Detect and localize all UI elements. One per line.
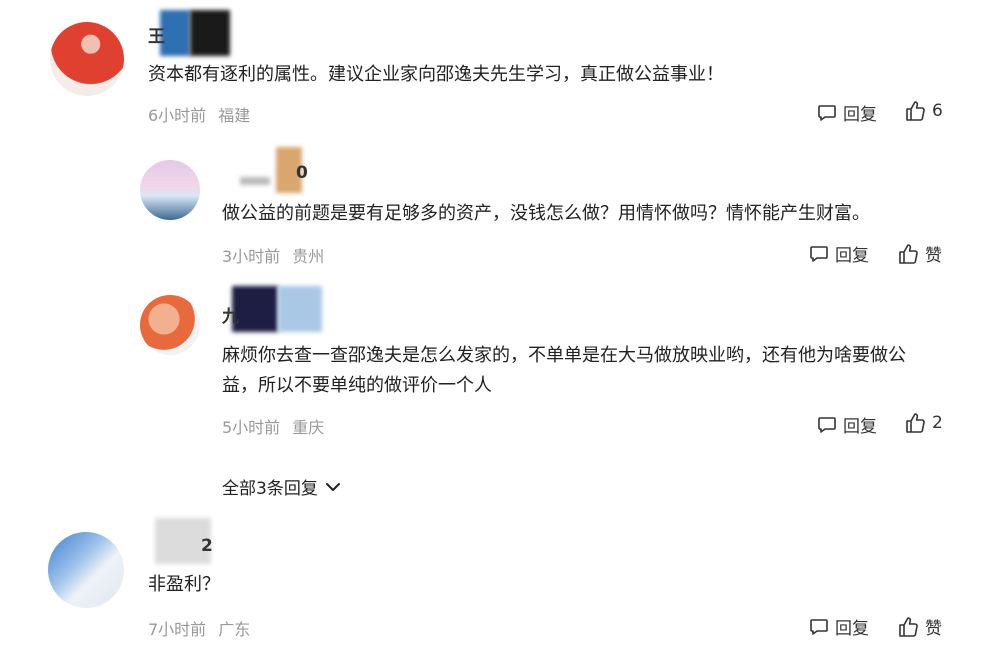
username[interactable]: 2 — [201, 536, 213, 556]
reply-button[interactable]: 回复 — [817, 100, 877, 125]
reply-label: 回复 — [835, 619, 869, 639]
comment-item: 王 资本都有逐利的属性。建议企业家向邵逸夫先生学习，真正做公益事业！ 6小时前福… — [0, 0, 1000, 135]
avatar[interactable] — [140, 160, 200, 220]
comment-text-line: 麻烦你去查一查邵逸夫是怎么发家的，不单单是在大马做放映业哟，还有他为啥要做公 — [222, 345, 906, 366]
comment-item: 2 非盈利？ 7小时前 广东 回复 赞 — [0, 510, 1000, 657]
comment-meta: 5小时前 重庆 — [222, 414, 324, 438]
thumbs-up-icon — [899, 243, 918, 264]
thumbs-up-icon — [899, 616, 918, 637]
timestamp: 3小时前 — [222, 247, 281, 266]
reply-item: 0 做公益的前题是要有足够多的资产，没钱怎么做？用情怀做吗？情怀能产生财富。 3… — [0, 135, 1000, 280]
avatar[interactable] — [50, 22, 124, 96]
location: 福建 — [218, 106, 251, 125]
comment-text: 非盈利？ — [148, 574, 220, 595]
comment-meta: 3小时前 贵州 — [222, 243, 324, 267]
avatar[interactable] — [140, 295, 200, 355]
reply-button[interactable]: 回复 — [809, 241, 869, 266]
like-label: 赞 — [925, 619, 942, 639]
like-button[interactable]: 6 — [904, 100, 943, 122]
timestamp: 5小时前 — [222, 418, 281, 437]
all-replies-toggle[interactable]: 全部3条回复 — [222, 474, 342, 499]
all-replies-label: 全部3条回复 — [222, 479, 318, 499]
reply-label: 回复 — [843, 417, 877, 437]
reply-button[interactable]: 回复 — [809, 614, 869, 639]
location: 广东 — [218, 620, 251, 639]
username[interactable]: 九 — [222, 302, 239, 327]
chevron-down-icon — [325, 482, 340, 491]
like-count: 6 — [932, 101, 943, 121]
timestamp: 7小时前 — [148, 620, 207, 639]
like-button[interactable]: 赞 — [897, 241, 942, 266]
comment-text: 做公益的前题是要有足够多的资产，没钱怎么做？用情怀做吗？情怀能产生财富。 — [222, 203, 870, 224]
comment-section: 王 资本都有逐利的属性。建议企业家向邵逸夫先生学习，真正做公益事业！ 6小时前福… — [0, 0, 1000, 657]
reply-item: 九 麻烦你去查一查邵逸夫是怎么发家的，不单单是在大马做放映业哟，还有他为啥要做公… — [0, 280, 1000, 460]
username[interactable]: 0 — [296, 163, 308, 183]
comment-meta: 7小时前 广东 — [148, 616, 250, 640]
reply-label: 回复 — [843, 105, 877, 125]
thumbs-up-icon — [906, 413, 925, 433]
location: 贵州 — [292, 247, 325, 266]
comment-bubble-icon — [818, 104, 836, 121]
location: 重庆 — [292, 418, 325, 437]
like-label: 赞 — [925, 246, 942, 266]
avatar-blur-mask — [240, 177, 270, 185]
avatar[interactable] — [48, 532, 124, 608]
reply-button[interactable]: 回复 — [817, 412, 877, 437]
comment-text: 资本都有逐利的属性。建议企业家向邵逸夫先生学习，真正做公益事业！ — [148, 64, 724, 85]
like-button[interactable]: 2 — [904, 412, 943, 434]
timestamp: 6小时前 — [148, 106, 207, 125]
like-button[interactable]: 赞 — [897, 614, 942, 639]
comment-meta: 6小时前 福建 — [148, 102, 250, 126]
comment-bubble-icon — [818, 416, 836, 433]
username[interactable]: 王 — [148, 22, 165, 47]
comment-text-line: 益，所以不要单纯的做评价一个人 — [222, 375, 492, 396]
like-count: 2 — [932, 413, 943, 433]
comment-bubble-icon — [810, 618, 828, 635]
thumbs-up-icon — [906, 101, 925, 121]
comment-bubble-icon — [810, 245, 828, 262]
reply-label: 回复 — [835, 246, 869, 266]
avatar-blur-mask — [278, 286, 322, 332]
avatar-blur-mask — [190, 10, 230, 56]
